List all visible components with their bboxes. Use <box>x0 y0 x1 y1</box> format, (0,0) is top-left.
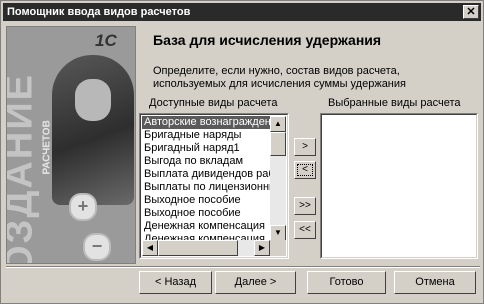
scroll-down-icon[interactable]: ▼ <box>270 225 286 241</box>
wizard-window: Помощник ввода видов расчетов ✕ 1С СОЗДА… <box>0 0 484 304</box>
available-list-items: Авторские вознаграждения Бригадные наряды… <box>142 116 270 240</box>
close-button[interactable]: ✕ <box>463 5 479 19</box>
list-item[interactable]: Бригадные наряды <box>142 129 270 142</box>
scrollbar-corner <box>270 240 286 256</box>
list-item[interactable]: Выплаты по лицензионным договорам <box>142 181 270 194</box>
page-description: Определите, если нужно, состав видов рас… <box>153 65 406 90</box>
horizontal-scroll-thumb[interactable] <box>158 240 238 256</box>
available-list-label: Доступные виды расчета <box>149 97 278 109</box>
add-one-button[interactable]: > <box>294 138 316 156</box>
minus-icon: − <box>83 233 111 261</box>
available-list[interactable]: Авторские вознаграждения Бригадные наряды… <box>139 113 289 259</box>
cancel-button[interactable]: Отмена <box>394 271 476 294</box>
finish-button[interactable]: Готово <box>307 271 386 294</box>
window-title: Помощник ввода видов расчетов <box>7 6 191 18</box>
page-title: База для исчисления удержания <box>153 32 382 48</box>
selected-list[interactable] <box>320 113 478 259</box>
person-illustration <box>52 55 134 205</box>
back-button[interactable]: < Назад <box>139 271 212 294</box>
list-item[interactable]: Выплата дивидендов работникам <box>142 168 270 181</box>
list-item[interactable]: Выходное пособие <box>142 207 270 220</box>
1c-logo: 1С <box>95 31 117 50</box>
footer-separator <box>6 266 480 268</box>
plus-icon: + <box>69 193 97 221</box>
sidebar-big-text: СОЗДАНИЕ <box>6 73 41 263</box>
add-all-button[interactable]: >> <box>294 197 316 215</box>
face-illustration <box>75 79 111 121</box>
list-item[interactable]: Авторские вознаграждения <box>142 116 270 129</box>
next-button[interactable]: Далее > <box>215 271 296 294</box>
sidebar-sub-text: РАСЧЕТОВ <box>41 120 53 175</box>
scroll-right-icon[interactable]: ▶ <box>254 240 270 256</box>
remove-all-button[interactable]: << <box>294 221 316 239</box>
list-item[interactable]: Выгода по вкладам <box>142 155 270 168</box>
available-horizontal-scrollbar[interactable]: ◀ ▶ <box>142 240 270 256</box>
scroll-up-icon[interactable]: ▲ <box>270 116 286 132</box>
selected-list-label: Выбранные виды расчета <box>328 97 461 109</box>
list-item[interactable]: Денежная компенсация <box>142 233 270 240</box>
scroll-left-icon[interactable]: ◀ <box>142 240 158 256</box>
list-item[interactable]: Денежная компенсация <box>142 220 270 233</box>
title-bar[interactable]: Помощник ввода видов расчетов ✕ <box>3 3 481 21</box>
available-vertical-scrollbar[interactable]: ▲ ▼ <box>270 116 286 241</box>
remove-one-button[interactable]: < <box>294 161 316 179</box>
wizard-side-image: 1С СОЗДАНИЕ РАСЧЕТОВ + − <box>6 26 136 264</box>
list-item[interactable]: Бригадный наряд1 <box>142 142 270 155</box>
list-item[interactable]: Выходное пособие <box>142 194 270 207</box>
vertical-scroll-thumb[interactable] <box>270 132 286 156</box>
